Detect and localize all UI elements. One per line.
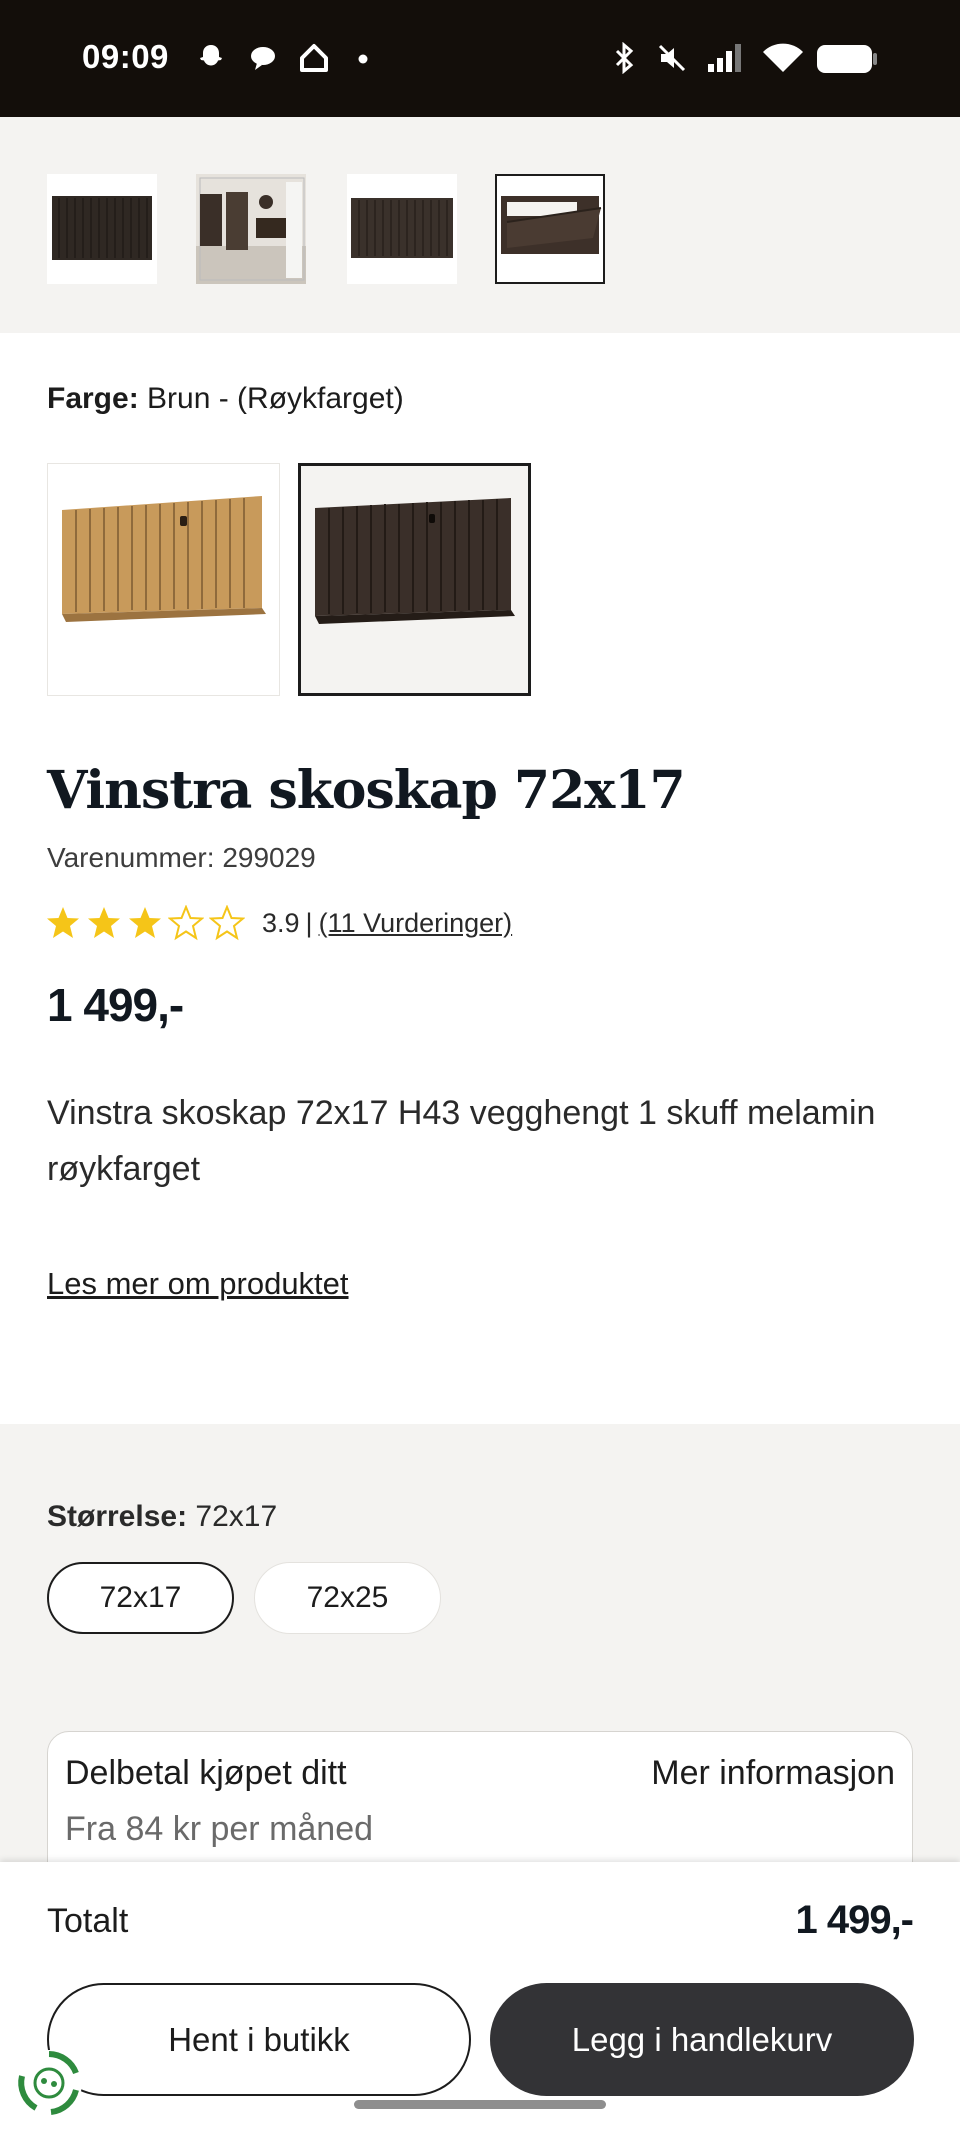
size-section: Størrelse: 72x17 72x17 72x25 Delbetal kj… [0, 1424, 960, 1891]
brown-cabinet-image [315, 498, 515, 624]
gallery-thumb-3[interactable] [347, 174, 457, 284]
read-more-link[interactable]: Les mer om produktet [47, 1266, 349, 1302]
battery-icon [817, 45, 877, 73]
rating-stars [45, 905, 250, 941]
installment-title: Delbetal kjøpet ditt [65, 1754, 347, 1792]
product-sku: Varenummer: 299029 [47, 842, 316, 873]
gallery-thumb-4[interactable] [495, 174, 605, 284]
status-bar: 09:09 [0, 0, 960, 117]
product-price: 1 499,- [47, 979, 184, 1031]
size-label-row: Størrelse: 72x17 [47, 1500, 277, 1534]
star-filled-icon [88, 907, 120, 938]
star-filled-icon [129, 907, 161, 938]
home-indicator[interactable] [354, 2100, 606, 2109]
image-gallery-thumbnails [0, 117, 960, 333]
rating-separator: | [305, 907, 313, 938]
color-value: Brun - (Røykfarget) [147, 382, 404, 415]
checkout-bar: Totalt 1 499,- Hent i butikk Legg i hand… [0, 1862, 960, 2133]
product-title: Vinstra skoskap 72x17 [47, 760, 686, 821]
gallery-thumb-2[interactable] [196, 174, 306, 284]
mute-icon [658, 44, 686, 72]
cabinet-flat-image [351, 198, 453, 258]
color-swatch-oak[interactable] [47, 463, 280, 696]
size-value: 72x17 [195, 1500, 278, 1533]
reviews-link[interactable]: (11 Vurderinger) [319, 908, 513, 939]
pickup-in-store-button[interactable]: Hent i butikk [47, 1983, 471, 2096]
cabinet-front-image [52, 196, 152, 260]
oak-cabinet-image [62, 496, 266, 622]
size-label: Størrelse: [47, 1500, 188, 1533]
color-label-row: Farge: Brun - (Røykfarget) [47, 382, 404, 416]
size-option-72x25[interactable]: 72x25 [254, 1562, 441, 1634]
dot-icon [358, 54, 368, 64]
signal-icon [708, 44, 741, 72]
total-price: 1 499,- [795, 1898, 914, 1942]
cabinet-open-image [501, 196, 602, 254]
snapchat-icon [200, 45, 222, 66]
installment-more-link[interactable]: Mer informasjon [651, 1754, 895, 1793]
home-icon [300, 44, 328, 72]
chat-icon [251, 47, 275, 70]
star-filled-icon [47, 907, 79, 938]
size-option-72x17[interactable]: 72x17 [47, 1562, 234, 1634]
star-empty-icon [209, 905, 245, 941]
status-time: 09:09 [82, 38, 169, 75]
recycle-badge-icon[interactable] [14, 2048, 84, 2118]
wifi-icon [763, 43, 803, 72]
product-description: Vinstra skoskap 72x17 H43 vegghengt 1 sk… [47, 1094, 876, 1188]
product-rating: 3.9 | (11 Vurderinger) [45, 903, 512, 943]
color-label: Farge: [47, 382, 139, 415]
star-empty-icon [168, 905, 204, 941]
gallery-thumb-1[interactable] [47, 174, 157, 284]
rating-value: 3.9 [262, 907, 300, 938]
add-to-cart-button[interactable]: Legg i handlekurv [490, 1983, 914, 2096]
total-label: Totalt [47, 1902, 129, 1940]
color-swatch-brown[interactable] [298, 463, 531, 696]
installment-subtitle: Fra 84 kr per måned [65, 1810, 374, 1848]
room-scene-image [196, 174, 306, 284]
bluetooth-icon [615, 42, 634, 74]
